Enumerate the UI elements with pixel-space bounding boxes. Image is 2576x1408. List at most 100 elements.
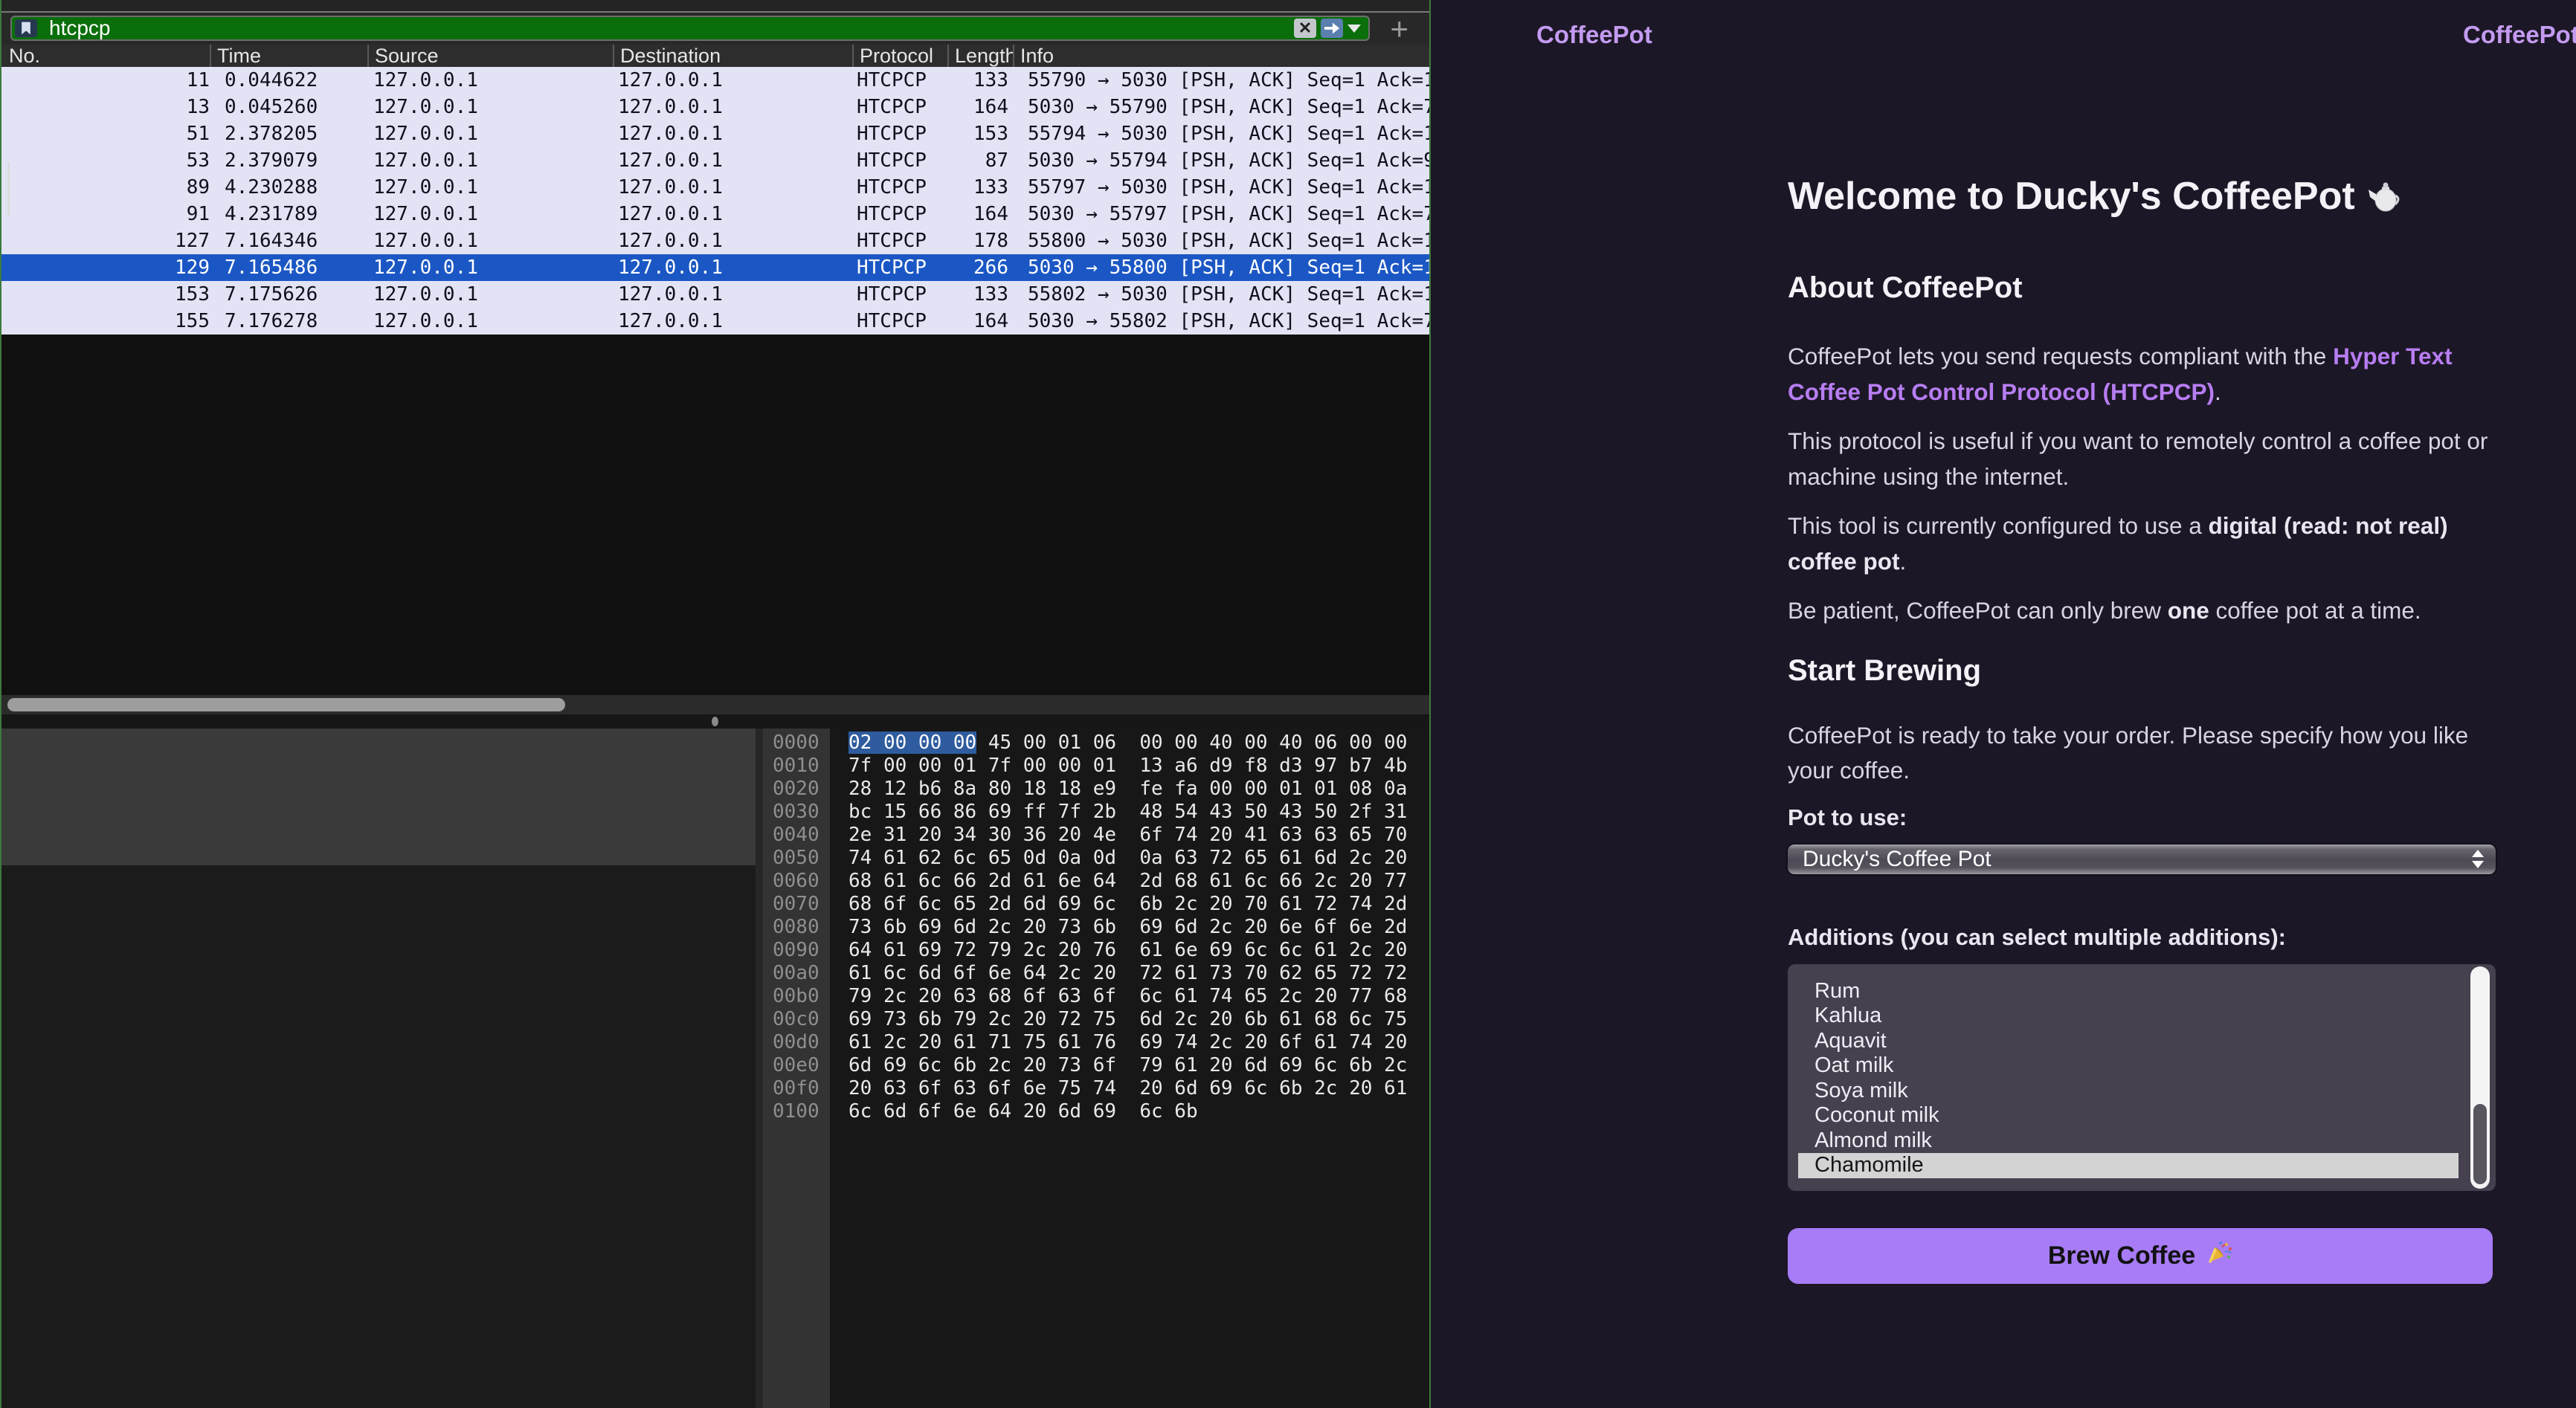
packet-row[interactable]: 51 2.378205 127.0.0.1 127.0.0.1 HTCPCP 1… bbox=[1, 120, 1429, 147]
column-length[interactable]: Length bbox=[947, 45, 1013, 67]
packet-row[interactable]: 11 0.044622 127.0.0.1 127.0.0.1 HTCPCP 1… bbox=[1, 67, 1429, 94]
filter-apply-button[interactable] bbox=[1321, 19, 1343, 38]
detail-hex-splitter[interactable] bbox=[756, 729, 763, 1408]
hex-line[interactable]: 00d061 2c 20 61 71 75 61 76 69 74 2c 20 … bbox=[763, 1031, 1429, 1054]
detail-tree-row[interactable]: >Transmission Control Protocol, Src Port… bbox=[1, 812, 756, 839]
pane-splitter-handle[interactable] bbox=[712, 717, 718, 726]
column-no[interactable]: No. bbox=[1, 45, 210, 67]
filter-bookmark-icon[interactable] bbox=[15, 19, 37, 37]
detail-tree-row[interactable]: >Frame 129: 266 bytes on wire (2128 bits… bbox=[1, 732, 756, 758]
hex-bytes: 2e 31 20 34 30 36 20 4e 6f 74 20 41 63 6… bbox=[830, 824, 1407, 847]
hex-line[interactable]: 00a061 6c 6d 6f 6e 64 2c 20 72 61 73 70 … bbox=[763, 962, 1429, 985]
display-filter-input[interactable]: htcpcp ✕ bbox=[10, 16, 1370, 41]
horizontal-scrollbar[interactable] bbox=[1, 695, 1429, 714]
column-destination[interactable]: Destination bbox=[613, 45, 852, 67]
packet-row[interactable]: 89 4.230288 127.0.0.1 127.0.0.1 HTCPCP 1… bbox=[1, 174, 1429, 201]
hex-offset: 00c0 bbox=[763, 1008, 830, 1031]
detail-tree-row[interactable]: vHTCPCP Data bbox=[1, 972, 756, 999]
hex-line[interactable]: 00f020 63 6f 63 6f 6e 75 74 20 6d 69 6c … bbox=[763, 1077, 1429, 1100]
addition-option[interactable]: Kahlua bbox=[1798, 1004, 2459, 1029]
detail-tree-row[interactable]: cream, half-and-half, whole-milk, part-s… bbox=[1, 999, 756, 1026]
packet-length: 266 bbox=[947, 254, 1013, 281]
filter-text[interactable]: htcpcp bbox=[49, 16, 1294, 40]
hex-rest-bytes: 6c 6d 6f 6e 64 20 6d 69 6c 6b bbox=[849, 1100, 1198, 1123]
addition-option[interactable]: Coconut milk bbox=[1798, 1103, 2459, 1128]
brew-coffee-button[interactable]: Brew Coffee bbox=[1788, 1228, 2493, 1284]
hex-line[interactable]: 00107f 00 00 01 7f 00 00 01 13 a6 d9 f8 … bbox=[763, 755, 1429, 778]
packet-row[interactable]: 53 2.379079 127.0.0.1 127.0.0.1 HTCPCP 8… bbox=[1, 147, 1429, 174]
packet-list: 11 0.044622 127.0.0.1 127.0.0.1 HTCPCP 1… bbox=[1, 67, 1429, 335]
hex-line[interactable]: 009064 61 69 72 79 2c 20 76 61 6e 69 6c … bbox=[763, 939, 1429, 962]
packet-row[interactable]: 13 0.045260 127.0.0.1 127.0.0.1 HTCPCP 1… bbox=[1, 94, 1429, 120]
detail-tree-row[interactable]: >Internet Protocol Version 4, Src: 127.0… bbox=[1, 785, 756, 812]
packet-length: 164 bbox=[947, 201, 1013, 227]
packet-destination: 127.0.0.1 bbox=[613, 174, 852, 201]
hex-bytes: 61 2c 20 61 71 75 61 76 69 74 2c 20 6f 6… bbox=[830, 1031, 1407, 1054]
nav-right-link[interactable]: CoffeePot bbox=[2463, 21, 2576, 49]
hex-line[interactable]: 01006c 6d 6f 6e 64 20 6d 69 6c 6b bbox=[763, 1100, 1429, 1123]
detail-tree-row[interactable]: Response Phrase: Not Acceptable bbox=[1, 946, 756, 972]
pane-splitter[interactable] bbox=[1, 714, 1429, 729]
hex-line[interactable]: 002028 12 b6 8a 80 18 18 e9 fe fa 00 00 … bbox=[763, 778, 1429, 801]
packet-length: 164 bbox=[947, 94, 1013, 120]
additions-listbox[interactable]: RumKahluaAquavitOat milkSoya milkCoconut… bbox=[1788, 964, 2496, 1191]
packet-info: 55794 → 5030 [PSH, ACK] Seq=1 Ack=1 bbox=[1013, 120, 1429, 147]
packet-source: 127.0.0.1 bbox=[367, 281, 613, 308]
listbox-scrollbar-thumb[interactable] bbox=[2473, 1104, 2487, 1184]
hex-line[interactable]: 00e06d 69 6c 6b 2c 20 73 6f 79 61 20 6d … bbox=[763, 1054, 1429, 1077]
packet-time: 7.175626 bbox=[210, 281, 367, 308]
hex-line[interactable]: 005074 61 62 6c 65 0d 0a 0d 0a 63 72 65 … bbox=[763, 847, 1429, 870]
packet-row[interactable]: 129 7.165486 127.0.0.1 127.0.0.1 HTCPCP … bbox=[1, 254, 1429, 281]
column-time[interactable]: Time bbox=[210, 45, 367, 67]
addition-option[interactable]: Almond milk bbox=[1798, 1128, 2459, 1154]
pot-select[interactable]: Ducky's Coffee Pot bbox=[1788, 845, 2496, 874]
detail-tree-row[interactable]: Status Code: 406 bbox=[1, 919, 756, 946]
hex-line[interactable]: 0030bc 15 66 86 69 ff 7f 2b 48 54 43 50 … bbox=[763, 801, 1429, 824]
addition-option[interactable]: Chamomile bbox=[1798, 1153, 2459, 1178]
add-filter-button[interactable]: + bbox=[1390, 13, 1408, 45]
addition-option[interactable]: Oat milk bbox=[1798, 1053, 2459, 1079]
packet-length: 164 bbox=[947, 308, 1013, 335]
packet-row[interactable]: 153 7.175626 127.0.0.1 127.0.0.1 HTCPCP … bbox=[1, 281, 1429, 308]
packet-time: 7.164346 bbox=[210, 227, 367, 254]
filter-dropdown-caret[interactable] bbox=[1347, 25, 1361, 33]
about-paragraph-4: Be patient, CoffeePot can only brew one … bbox=[1788, 593, 2496, 629]
horizontal-scrollbar-thumb[interactable] bbox=[7, 698, 565, 711]
packet-row[interactable]: 155 7.176278 127.0.0.1 127.0.0.1 HTCPCP … bbox=[1, 308, 1429, 335]
column-protocol[interactable]: Protocol bbox=[852, 45, 947, 67]
hex-line[interactable]: 008073 6b 69 6d 2c 20 73 6b 69 6d 2c 20 … bbox=[763, 916, 1429, 939]
addition-option[interactable]: Soya milk bbox=[1798, 1079, 2459, 1104]
hex-line[interactable]: 00b079 2c 20 63 68 6f 63 6f 6c 61 74 65 … bbox=[763, 985, 1429, 1008]
hex-rest-bytes: 64 61 69 72 79 2c 20 76 61 6e 69 6c 6c 6… bbox=[849, 939, 1407, 961]
hex-offset: 00d0 bbox=[763, 1031, 830, 1054]
packet-destination: 127.0.0.1 bbox=[613, 67, 852, 94]
packet-row[interactable]: 91 4.231789 127.0.0.1 127.0.0.1 HTCPCP 1… bbox=[1, 201, 1429, 227]
packet-source: 127.0.0.1 bbox=[367, 308, 613, 335]
about-paragraph-1: CoffeePot lets you send requests complia… bbox=[1788, 339, 2496, 410]
packet-row[interactable]: 127 7.164346 127.0.0.1 127.0.0.1 HTCPCP … bbox=[1, 227, 1429, 254]
hex-line[interactable]: 00c069 73 6b 79 2c 20 72 75 6d 2c 20 6b … bbox=[763, 1008, 1429, 1031]
detail-tree-row[interactable]: vHyper Text Coffee Pot Control Protocol bbox=[1, 839, 756, 865]
hex-line[interactable]: 007068 6f 6c 65 2d 6d 69 6c 6b 2c 20 70 … bbox=[763, 893, 1429, 916]
filter-clear-button[interactable]: ✕ bbox=[1294, 19, 1316, 38]
column-info[interactable]: Info bbox=[1013, 45, 1429, 67]
addition-option[interactable]: Rum bbox=[1798, 979, 2459, 1004]
detail-tree-row[interactable]: >Null/Loopback bbox=[1, 758, 756, 785]
packet-protocol: HTCPCP bbox=[852, 281, 947, 308]
hex-line[interactable]: 000002 00 00 00 45 00 01 06 00 00 40 00 … bbox=[763, 732, 1429, 755]
hex-line[interactable]: 006068 61 6c 66 2d 61 6e 64 2d 68 61 6c … bbox=[763, 870, 1429, 893]
hex-rest-bytes: 61 6c 6d 6f 6e 64 2c 20 72 61 73 70 62 6… bbox=[849, 962, 1407, 984]
column-source[interactable]: Source bbox=[367, 45, 613, 67]
about-paragraph-2: This protocol is useful if you want to r… bbox=[1788, 424, 2496, 494]
packet-time: 7.176278 bbox=[210, 308, 367, 335]
detail-tree-row[interactable]: Response Version: HTCPCP/1.1 bbox=[1, 892, 756, 919]
packet-destination: 127.0.0.1 bbox=[613, 94, 852, 120]
hex-line[interactable]: 00402e 31 20 34 30 36 20 4e 6f 74 20 41 … bbox=[763, 824, 1429, 847]
detail-tree-row[interactable]: vHTCPCP/1.1 406 Not Acceptable bbox=[1, 865, 756, 892]
addition-option[interactable]: Aquavit bbox=[1798, 1029, 2459, 1054]
wireshark-window: htcpcp ✕ + No. Time Source Destination P… bbox=[0, 0, 1431, 1408]
nav-brand-link[interactable]: CoffeePot bbox=[1536, 21, 1652, 49]
listbox-scrollbar[interactable] bbox=[2470, 966, 2490, 1189]
text-segment: Be patient, CoffeePot can only brew bbox=[1788, 597, 2168, 624]
packet-source: 127.0.0.1 bbox=[367, 120, 613, 147]
